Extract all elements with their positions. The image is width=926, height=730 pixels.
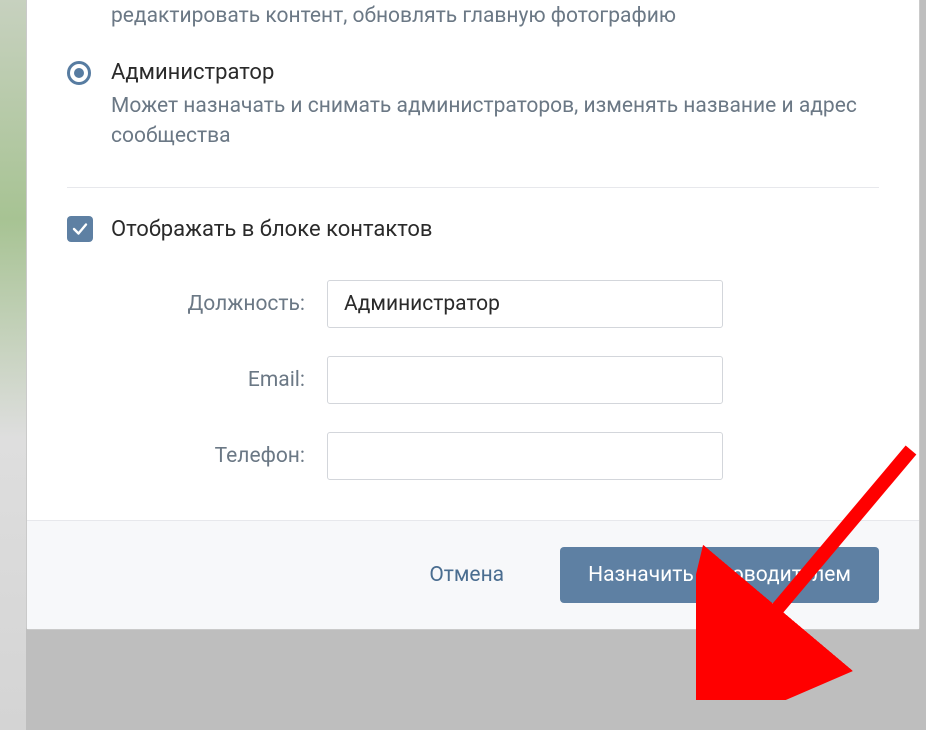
role-option-admin[interactable]: Администратор Может назначать и снимать … <box>67 59 879 151</box>
role-admin-description: Может назначать и снимать администраторо… <box>111 91 879 151</box>
phone-label: Телефон: <box>67 444 327 468</box>
email-row: Email: <box>67 356 879 404</box>
phone-input[interactable] <box>327 432 723 480</box>
radio-selected-icon <box>67 61 91 85</box>
position-row: Должность: <box>67 280 879 328</box>
email-label: Email: <box>67 368 327 392</box>
role-admin-label: Администратор <box>111 59 879 87</box>
assign-manager-modal: редактировать контент, обновлять главную… <box>26 0 920 630</box>
show-in-contacts-label: Отображать в блоке контактов <box>111 217 433 242</box>
show-in-contacts-row[interactable]: Отображать в блоке контактов <box>67 216 879 242</box>
checkbox-checked-icon <box>67 216 93 242</box>
email-input[interactable] <box>327 356 723 404</box>
prev-role-description: редактировать контент, обновлять главную… <box>111 1 879 31</box>
modal-backdrop <box>0 0 26 730</box>
assign-manager-button[interactable]: Назначить руководителем <box>560 547 879 603</box>
cancel-button[interactable]: Отмена <box>419 551 514 599</box>
divider <box>67 187 879 188</box>
modal-footer: Отмена Назначить руководителем <box>27 520 919 629</box>
phone-row: Телефон: <box>67 432 879 480</box>
position-label: Должность: <box>67 292 327 316</box>
modal-content: редактировать контент, обновлять главную… <box>27 1 919 520</box>
position-input[interactable] <box>327 280 723 328</box>
